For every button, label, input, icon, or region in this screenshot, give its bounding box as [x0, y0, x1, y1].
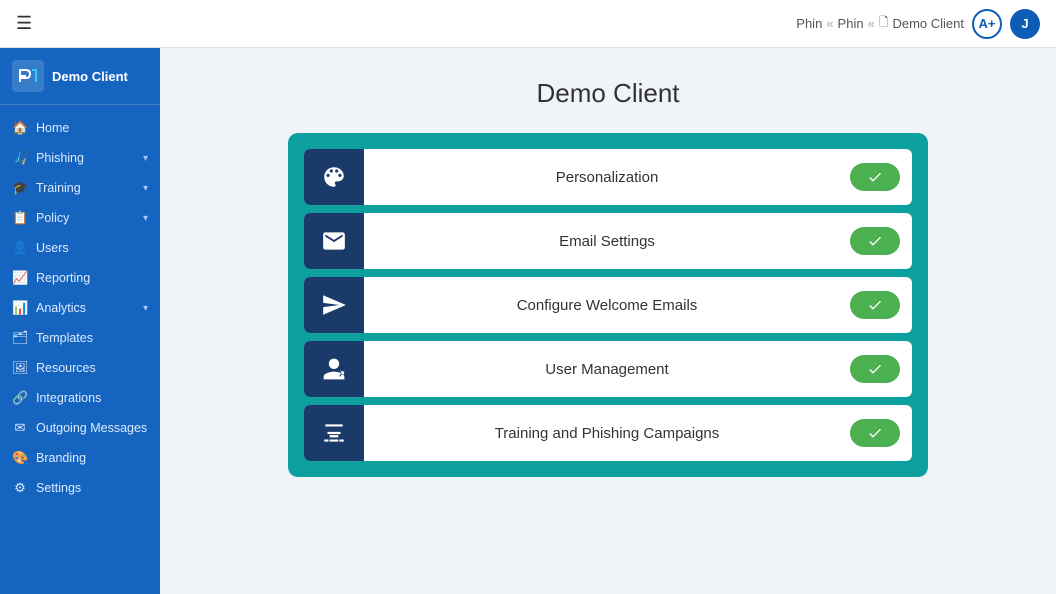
branding-icon: 🎨 [12, 450, 28, 466]
row-user-management-label: User Management [364, 361, 850, 378]
check-email-settings[interactable] [850, 227, 900, 255]
sidebar-item-branding[interactable]: 🎨 Branding [0, 443, 160, 473]
topbar-left: ☰ [16, 13, 32, 34]
sidebar-logo: Demo Client [0, 48, 160, 105]
sidebar-item-templates[interactable]: 🗂 Templates [0, 323, 160, 353]
chevron-training: ▾ [143, 183, 148, 194]
outgoing-icon: ✉ [12, 420, 28, 436]
sidebar-item-users[interactable]: 👤 Users [0, 233, 160, 263]
integrations-icon: 🔗 [12, 390, 28, 406]
breadcrumb-icon: 🗋 [879, 13, 889, 34]
sidebar-logo-text: Demo Client [52, 69, 128, 84]
sidebar: Demo Client 🏠 Home 🎣 Phishing ▾ [0, 48, 160, 594]
check-personalization[interactable] [850, 163, 900, 191]
menu-toggle[interactable]: ☰ [16, 13, 32, 34]
sidebar-nav: 🏠 Home 🎣 Phishing ▾ 🎓 Training ▾ [0, 105, 160, 511]
templates-icon: 🗂 [12, 330, 28, 346]
user-cog-icon [321, 356, 347, 382]
user-cog-icon-container [304, 341, 364, 397]
sidebar-item-analytics[interactable]: 📊 Analytics ▾ [0, 293, 160, 323]
avatar-j[interactable]: J [1010, 9, 1040, 39]
training-icon: 🎓 [12, 180, 28, 196]
sidebar-label-phishing: Phishing [36, 151, 84, 165]
breadcrumb-sep1: « [826, 16, 833, 31]
sidebar-label-branding: Branding [36, 451, 86, 465]
page-title: Demo Client [536, 78, 679, 109]
breadcrumb-sep2: « [868, 16, 875, 31]
sidebar-label-integrations: Integrations [36, 391, 101, 405]
megaphone-icon-container [304, 405, 364, 461]
row-personalization-label: Personalization [364, 169, 850, 186]
sidebar-label-policy: Policy [36, 211, 69, 225]
sidebar-item-outgoing-messages[interactable]: ✉ Outgoing Messages [0, 413, 160, 443]
row-training-phishing[interactable]: Training and Phishing Campaigns [304, 405, 912, 461]
breadcrumb: Phin « Phin « 🗋 Demo Client [796, 13, 964, 34]
send-icon-container [304, 277, 364, 333]
row-email-settings-label: Email Settings [364, 233, 850, 250]
row-personalization[interactable]: Personalization [304, 149, 912, 205]
users-icon: 👤 [12, 240, 28, 256]
sidebar-item-policy[interactable]: 📋 Policy ▾ [0, 203, 160, 233]
analytics-icon: 📊 [12, 300, 28, 316]
phin-logo-icon [12, 60, 44, 92]
check-icon [867, 361, 883, 377]
chevron-policy: ▾ [143, 213, 148, 224]
sidebar-label-users: Users [36, 241, 69, 255]
sidebar-item-phishing[interactable]: 🎣 Phishing ▾ [0, 143, 160, 173]
send-icon [321, 292, 347, 318]
topbar-right: Phin « Phin « 🗋 Demo Client A+ J [796, 9, 1040, 39]
home-icon: 🏠 [12, 120, 28, 136]
row-training-phishing-label: Training and Phishing Campaigns [364, 425, 850, 442]
row-configure-welcome[interactable]: Configure Welcome Emails [304, 277, 912, 333]
check-icon [867, 233, 883, 249]
sidebar-item-resources[interactable]: 🖼 Resources [0, 353, 160, 383]
reporting-icon: 📈 [12, 270, 28, 286]
breadcrumb-item2[interactable]: Phin [838, 16, 864, 31]
sidebar-item-integrations[interactable]: 🔗 Integrations [0, 383, 160, 413]
main-content: Demo Client Personalization [160, 48, 1056, 594]
palette-icon-container [304, 149, 364, 205]
email-icon-container [304, 213, 364, 269]
phishing-icon: 🎣 [12, 150, 28, 166]
avatar-a[interactable]: A+ [972, 9, 1002, 39]
policy-icon: 📋 [12, 210, 28, 226]
setup-card: Personalization Email Settings [288, 133, 928, 477]
row-user-management[interactable]: User Management [304, 341, 912, 397]
email-icon [321, 228, 347, 254]
sidebar-label-outgoing: Outgoing Messages [36, 421, 147, 435]
check-training-phishing[interactable] [850, 419, 900, 447]
resources-icon: 🖼 [12, 360, 28, 376]
breadcrumb-item3[interactable]: Demo Client [892, 16, 964, 31]
check-icon [867, 297, 883, 313]
breadcrumb-item1[interactable]: Phin [796, 16, 822, 31]
sidebar-label-home: Home [36, 121, 69, 135]
palette-icon [321, 164, 347, 190]
sidebar-item-settings[interactable]: ⚙ Settings [0, 473, 160, 503]
main-layout: Demo Client 🏠 Home 🎣 Phishing ▾ [0, 48, 1056, 594]
sidebar-item-reporting[interactable]: 📈 Reporting [0, 263, 160, 293]
sidebar-label-settings: Settings [36, 481, 81, 495]
sidebar-label-resources: Resources [36, 361, 96, 375]
megaphone-icon [321, 420, 347, 446]
check-configure-welcome[interactable] [850, 291, 900, 319]
sidebar-label-templates: Templates [36, 331, 93, 345]
settings-icon: ⚙ [12, 480, 28, 496]
sidebar-label-training: Training [36, 181, 81, 195]
sidebar-item-home[interactable]: 🏠 Home [0, 113, 160, 143]
row-configure-welcome-label: Configure Welcome Emails [364, 297, 850, 314]
check-user-management[interactable] [850, 355, 900, 383]
check-icon [867, 425, 883, 441]
check-icon [867, 169, 883, 185]
chevron-phishing: ▾ [143, 153, 148, 164]
sidebar-item-training[interactable]: 🎓 Training ▾ [0, 173, 160, 203]
sidebar-label-analytics: Analytics [36, 301, 86, 315]
chevron-analytics: ▾ [143, 303, 148, 314]
sidebar-label-reporting: Reporting [36, 271, 90, 285]
topbar: ☰ Phin « Phin « 🗋 Demo Client A+ J [0, 0, 1056, 48]
row-email-settings[interactable]: Email Settings [304, 213, 912, 269]
